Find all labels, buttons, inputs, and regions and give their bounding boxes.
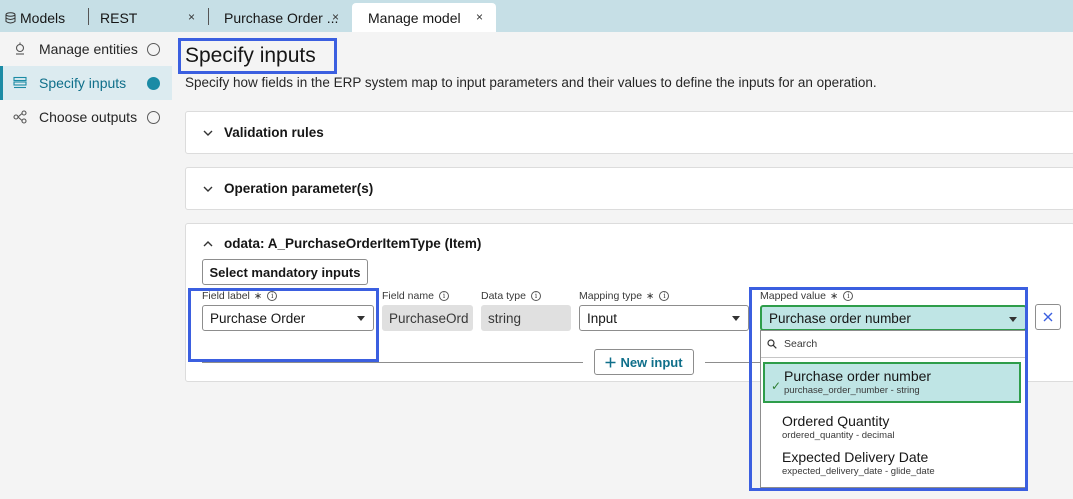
field-name-value: PurchaseOrd [389, 310, 469, 326]
close-purchase-order-tab-icon[interactable]: × [332, 10, 339, 24]
tab-divider [208, 8, 209, 25]
data-type-input: string [481, 305, 571, 331]
tab-rest-label: REST [100, 9, 138, 26]
data-type-value: string [488, 310, 522, 326]
close-manage-model-tab-icon[interactable]: × [476, 10, 483, 24]
mapped-value-highlight-box [749, 287, 1028, 491]
new-input-button[interactable]: New input [594, 349, 694, 375]
step-status-indicator [147, 110, 160, 124]
chevron-down-icon [203, 186, 213, 192]
data-type-text: Data type [481, 290, 526, 302]
panel-title: Operation parameter(s) [224, 181, 374, 196]
remove-row-button[interactable] [1035, 304, 1061, 330]
sidebar-item-label: Specify inputs [39, 75, 127, 91]
entity-panel-header[interactable]: odata: A_PurchaseOrderItemType (Item) [202, 236, 481, 251]
step-status-indicator [147, 76, 160, 90]
operation-parameters-panel: Operation parameter(s) [185, 167, 1073, 210]
field-label-highlight-box [188, 288, 379, 362]
close-rest-tab-icon[interactable]: × [188, 10, 195, 24]
info-icon[interactable]: i [659, 291, 670, 301]
page-title: Specify inputs [185, 44, 316, 67]
plus-icon [605, 357, 616, 367]
panel-title: odata: A_PurchaseOrderItemType (Item) [224, 236, 482, 251]
tab-models[interactable]: Models [5, 3, 65, 32]
chevron-up-icon [203, 240, 213, 246]
field-name-label: Field name i [382, 290, 449, 302]
tab-rest[interactable]: REST [100, 3, 137, 32]
mapping-type-label: Mapping type ∗ i [579, 290, 670, 302]
database-icon [5, 11, 16, 23]
info-icon[interactable]: i [438, 291, 449, 301]
page-subtitle: Specify how fields in the ERP system map… [185, 75, 877, 90]
sidebar-item-choose-outputs[interactable]: Choose outputs [0, 100, 172, 134]
field-name-text: Field name [382, 290, 434, 302]
close-icon [1043, 312, 1053, 322]
required-mark: ∗ [646, 290, 655, 302]
sidebar-item-label: Manage entities [39, 41, 138, 57]
sidebar-item-specify-inputs[interactable]: Specify inputs [0, 66, 172, 100]
info-icon[interactable]: i [530, 291, 541, 301]
new-input-label: New input [620, 354, 683, 370]
data-type-label: Data type i [481, 290, 541, 302]
chevron-down-icon [203, 130, 213, 136]
tab-purchase-order[interactable]: Purchase Order ... [224, 3, 338, 32]
validation-rules-header[interactable]: Validation rules [202, 125, 324, 140]
mapping-type-value: Input [587, 310, 618, 326]
caret-down-icon [732, 316, 740, 321]
select-mandatory-inputs-button[interactable]: Select mandatory inputs [202, 259, 368, 285]
mapping-type-select[interactable]: Input [579, 305, 749, 331]
field-name-input: PurchaseOrd [382, 305, 473, 331]
tab-manage-model[interactable]: Manage model × [352, 3, 496, 32]
outputs-icon [13, 110, 27, 124]
sidebar-item-label: Choose outputs [39, 109, 138, 125]
validation-rules-panel: Validation rules [185, 111, 1073, 154]
main-content: Specify inputs Specify how fields in the… [172, 32, 1073, 499]
operation-parameters-header[interactable]: Operation parameter(s) [202, 181, 373, 196]
inputs-icon [13, 76, 27, 89]
sidebar: Manage entities Specify inputs Choose ou… [0, 32, 172, 499]
mapping-type-text: Mapping type [579, 290, 643, 302]
tab-manage-model-label: Manage model [368, 9, 461, 26]
tab-divider [88, 8, 89, 25]
panel-title: Validation rules [224, 125, 324, 140]
entities-icon [15, 42, 25, 55]
step-status-indicator [147, 42, 160, 56]
tab-models-label: Models [20, 9, 66, 26]
divider-line [202, 362, 583, 363]
top-tab-bar: Models REST × Purchase Order ... × Manag… [0, 0, 1073, 32]
tab-purchase-order-label: Purchase Order ... [224, 9, 339, 26]
sidebar-item-manage-entities[interactable]: Manage entities [0, 32, 172, 66]
